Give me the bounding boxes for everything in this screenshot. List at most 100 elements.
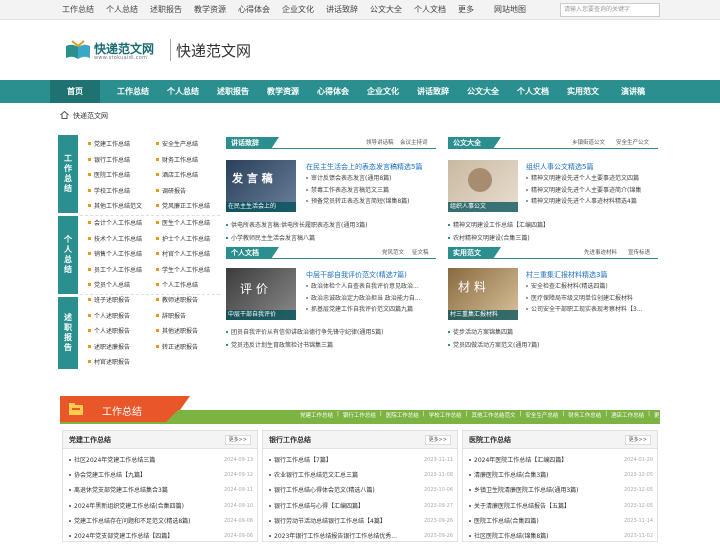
list-item[interactable]: 2024年党支部党建工作总结【四篇】 2024-09-06 bbox=[69, 529, 253, 544]
more-link[interactable]: 安全生产公文 bbox=[616, 137, 649, 149]
cat-link[interactable]: 其他工作总结范文 bbox=[88, 199, 142, 215]
more-link[interactable]: 乡镇街道公文 bbox=[572, 137, 605, 149]
top-link[interactable]: 公文大全 bbox=[370, 0, 414, 20]
item-title[interactable]: 2024年黑新组织党建工作总结(合集四篇) bbox=[69, 499, 184, 514]
top-link[interactable]: 个人文档 bbox=[414, 0, 458, 20]
item-title[interactable]: 社区医院工作总结(锦集8篇) bbox=[469, 529, 549, 544]
nav-item[interactable]: 工作总结 bbox=[108, 80, 158, 103]
feature-title[interactable]: 组织人事公文精选5篇 bbox=[526, 162, 593, 172]
article-link[interactable]: 小学教师民主生活会发言稿八篇 bbox=[226, 233, 436, 246]
docs-thumbnail[interactable]: 组织人事公文 bbox=[448, 160, 518, 212]
cat-link[interactable]: 技术个人工作总结 bbox=[88, 232, 142, 248]
cat-link[interactable]: 财务工作总结 bbox=[156, 153, 210, 169]
section-link[interactable]: 银行工作总结 bbox=[343, 411, 376, 419]
cat-link[interactable]: 述职述廉报告 bbox=[88, 340, 130, 356]
article-link[interactable]: 团员自我评价从有信仰讲政治德行争先锋守纪律(通用5篇) bbox=[226, 327, 436, 340]
list-item[interactable]: 银行劳动节活动总结银行工作总结【4篇】 2023-09-26 bbox=[269, 514, 453, 529]
list-item[interactable]: 医院工作总结(合集四篇) 2023-11-14 bbox=[469, 514, 653, 529]
item-title[interactable]: 银行工作总结【7篇】 bbox=[269, 453, 332, 468]
article-link[interactable]: 抓基层党建工作自我评价范文四篇九篇 bbox=[306, 304, 436, 316]
cat-link[interactable]: 学生个人工作总结 bbox=[156, 263, 210, 279]
more-link[interactable]: 征文稿 bbox=[412, 247, 429, 259]
cat-link[interactable]: 个人述职报告 bbox=[88, 324, 130, 340]
article-link[interactable]: 医疗保障局市级文明单位创建汇报材料 bbox=[526, 293, 658, 305]
tab-personal[interactable]: 个人文档 bbox=[226, 247, 279, 259]
item-title[interactable]: 协会党建工作总结【九篇】 bbox=[69, 468, 146, 483]
list-item[interactable]: 2024年黑新组织党建工作总结(合集四篇) 2024-09-10 bbox=[69, 499, 253, 514]
cat-link[interactable]: 其他述职报告 bbox=[156, 324, 198, 340]
article-link[interactable]: 精神文明建设先进个人主要事迹范文四篇 bbox=[526, 173, 658, 185]
nav-item[interactable]: 讲话致辞 bbox=[408, 80, 458, 103]
cat-link[interactable]: 村官述职报告 bbox=[88, 355, 130, 371]
nav-item[interactable]: 企业文化 bbox=[358, 80, 408, 103]
list-item[interactable]: 2023年银行工作总结报告银行工作总结优秀... 2023-09-26 bbox=[269, 529, 453, 544]
article-link[interactable]: 精神文明建设工作总结【汇编四篇】 bbox=[448, 220, 658, 233]
article-link[interactable]: 政治忠诚政治定力政治担当 政治能力自... bbox=[306, 293, 436, 305]
nav-home[interactable]: 首页 bbox=[50, 80, 100, 103]
list-item[interactable]: 银行工作总结与心得【汇编四篇】 2023-09-27 bbox=[269, 499, 453, 514]
more-link[interactable]: 宣传标语 bbox=[628, 247, 650, 259]
cat-link[interactable]: 转正述职报告 bbox=[156, 340, 198, 356]
list-item[interactable]: 协会党建工作总结【九篇】 2024-09-12 bbox=[69, 468, 253, 483]
search-input[interactable]: 请输入您要查询的关键字 bbox=[560, 3, 660, 17]
item-title[interactable]: 乡镇卫生院清廉医院工作总结(通用3篇) bbox=[469, 483, 579, 498]
cat-link[interactable]: 会计个人工作总结 bbox=[88, 216, 142, 232]
item-title[interactable]: 银行劳动节活动总结银行工作总结【4篇】 bbox=[269, 514, 386, 529]
feature-title[interactable]: 中层干部自我评价范文(精选7篇) bbox=[306, 270, 407, 280]
cat-link[interactable]: 党员个人总结 bbox=[88, 278, 142, 294]
item-title[interactable]: 银行工作总结与心得【汇编四篇】 bbox=[269, 499, 364, 514]
cat-link[interactable]: 调研报告 bbox=[156, 184, 210, 200]
article-link[interactable]: 公司安全干部职工现实表现考察材料【3... bbox=[526, 304, 658, 316]
speech-thumbnail[interactable]: 发 言 稿 在民主生活会上的 bbox=[226, 160, 296, 212]
article-link[interactable]: 徒步活动方案锦集四篇 bbox=[448, 327, 658, 340]
top-link-sitemap[interactable]: 网站地图 bbox=[494, 0, 544, 20]
article-link[interactable]: 预备党员转正表态发言简短(锦集8篇) bbox=[306, 196, 436, 208]
feature-title[interactable]: 村三重集汇报材料精选3篇 bbox=[526, 270, 607, 280]
item-title[interactable]: 银行工作总结心得体会范文(精选八篇) bbox=[269, 483, 375, 498]
top-link-more[interactable]: 更多 bbox=[458, 0, 494, 20]
top-link[interactable]: 个人总结 bbox=[106, 0, 150, 20]
cat-link[interactable]: 员工个人工作总结 bbox=[88, 263, 142, 279]
top-link[interactable]: 心得体会 bbox=[238, 0, 282, 20]
nav-item[interactable]: 个人文档 bbox=[508, 80, 558, 103]
tab-speech[interactable]: 讲话致辞 bbox=[226, 137, 279, 149]
nav-item[interactable]: 述职报告 bbox=[208, 80, 258, 103]
cat-link[interactable]: 教师述职报告 bbox=[156, 293, 198, 309]
cat-link[interactable]: 销售个人工作总结 bbox=[88, 247, 142, 263]
nav-item[interactable]: 演讲稿 bbox=[608, 80, 658, 103]
section-link[interactable]: 党建工作总结 bbox=[300, 411, 333, 419]
cat-link[interactable]: 安全生产总结 bbox=[156, 137, 210, 153]
box-title[interactable]: 党建工作总结 bbox=[69, 431, 111, 449]
box-title[interactable]: 银行工作总结 bbox=[269, 431, 311, 449]
section-link[interactable]: 酒店工作总结 bbox=[611, 411, 644, 419]
list-item[interactable]: 清廉医院工作总结(合集3篇) 2023-12-05 bbox=[469, 468, 653, 483]
item-title[interactable]: 2024年医院工作总结【汇编四篇】 bbox=[469, 453, 567, 468]
tab-practical[interactable]: 实用范文 bbox=[448, 247, 501, 259]
article-link[interactable]: 安全检查汇报材料(精选四篇) bbox=[526, 281, 658, 293]
article-link[interactable]: 党员四做活动方案范文(通用7篇) bbox=[448, 340, 658, 353]
cat-link[interactable]: 党风廉正工作总结 bbox=[156, 199, 210, 215]
top-link[interactable]: 讲话致辞 bbox=[326, 0, 370, 20]
cat-link[interactable]: 银行工作总结 bbox=[88, 153, 142, 169]
list-item[interactable]: 乡镇卫生院清廉医院工作总结(通用3篇) 2023-12-05 bbox=[469, 483, 653, 498]
cat-link[interactable]: 护士个人工作总结 bbox=[156, 232, 210, 248]
cat-link[interactable]: 个人述职报告 bbox=[88, 309, 130, 325]
item-title[interactable]: 关于清廉医院工作总结报告【五篇】 bbox=[469, 499, 570, 514]
section-more-link[interactable]: 更多>> bbox=[654, 411, 674, 419]
top-link[interactable]: 教学资源 bbox=[194, 0, 238, 20]
more-link[interactable]: 会议主持词 bbox=[400, 137, 428, 149]
more-link[interactable]: 党风范文 bbox=[382, 247, 404, 259]
more-button[interactable]: 更多>> bbox=[224, 435, 251, 445]
more-button[interactable]: 更多>> bbox=[424, 435, 451, 445]
tab-docs[interactable]: 公文大全 bbox=[448, 137, 501, 149]
personal-thumbnail[interactable]: 评 价 中层干部自我评价 bbox=[226, 268, 296, 320]
side-cat-personal-summary[interactable]: 个人总结 bbox=[58, 216, 78, 294]
item-title[interactable]: 离退休党支部党建工作总结集合3篇 bbox=[69, 483, 168, 498]
cat-link[interactable]: 个人工作总结 bbox=[156, 278, 210, 294]
list-item[interactable]: 社区医院工作总结(锦集8篇) 2023-11-02 bbox=[469, 529, 653, 544]
item-title[interactable]: 医院工作总结(合集四篇) bbox=[469, 514, 539, 529]
article-link[interactable]: 政治体检个人自查表自我评价意见政治... bbox=[306, 281, 436, 293]
side-cat-debrief[interactable]: 述职报告 bbox=[58, 297, 78, 369]
article-link[interactable]: 农村精神文明建设(合集三篇) bbox=[448, 233, 658, 246]
item-title[interactable]: 2023年银行工作总结报告银行工作总结优秀... bbox=[269, 529, 397, 544]
